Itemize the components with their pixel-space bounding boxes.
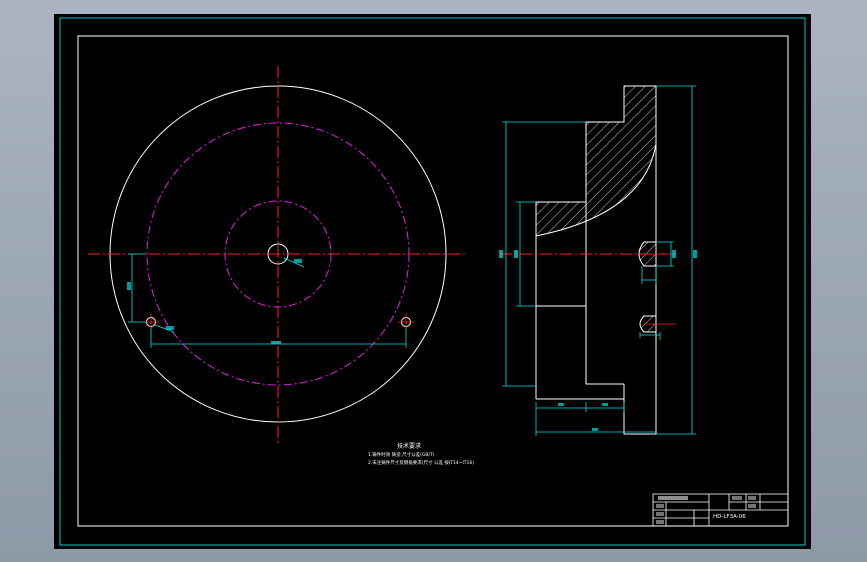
notes-heading: 技术要求: [397, 442, 421, 450]
notes-line-2: 2.未注铸件尺寸及倒角要求(尺寸 公差 按IT14~IT16): [368, 459, 474, 466]
cad-drawing: 技术要求 1.铸件时效 铸造 尺寸公差(GB/T) 2.未注铸件尺寸及倒角要求(…: [59, 17, 806, 546]
drawing-sheet: 技术要求 1.铸件时效 铸造 尺寸公差(GB/T) 2.未注铸件尺寸及倒角要求(…: [54, 14, 811, 549]
section-view: [499, 85, 697, 436]
section-hatch: [535, 85, 657, 237]
front-view: [88, 66, 468, 446]
title-part-name: HD-LF3A-06: [713, 514, 746, 520]
notes-line-1: 1.铸件时效 铸造 尺寸公差(GB/T): [368, 451, 435, 458]
technical-notes: 技术要求 1.铸件时效 铸造 尺寸公差(GB/T) 2.未注铸件尺寸及倒角要求(…: [368, 442, 474, 466]
